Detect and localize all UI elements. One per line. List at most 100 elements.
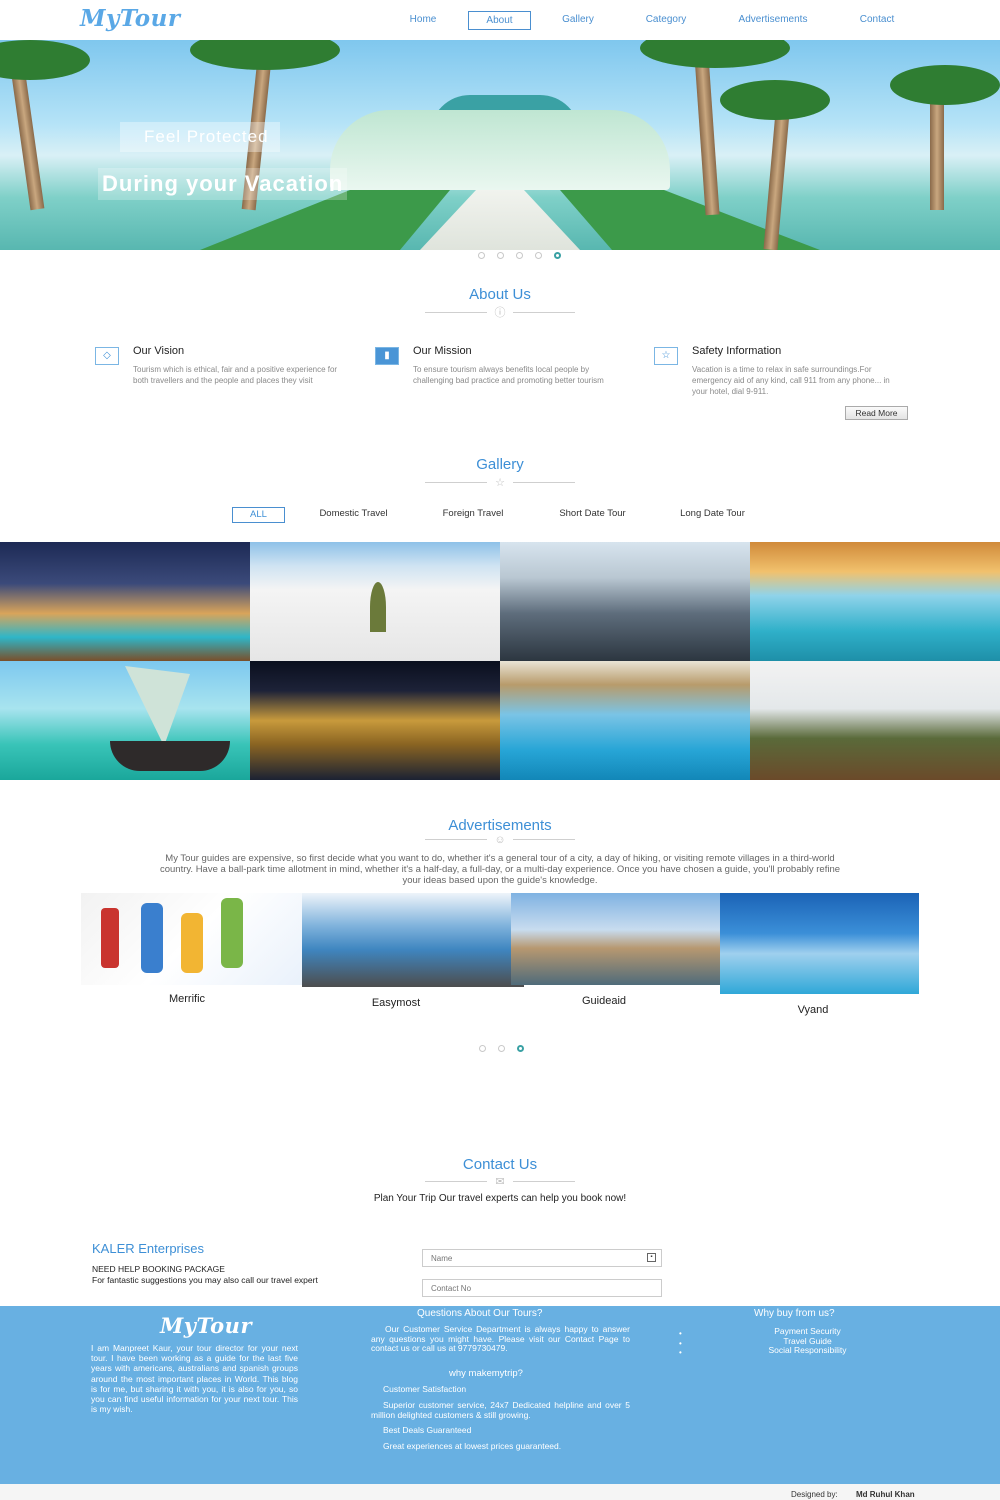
slide-dot[interactable]	[535, 252, 542, 259]
book-icon: ▮	[375, 347, 399, 365]
nav-home[interactable]: Home	[398, 11, 448, 30]
slide-dot[interactable]	[498, 1045, 505, 1052]
yucca-plant	[370, 582, 386, 632]
slide-dot[interactable]	[497, 252, 504, 259]
why-item-4: Great experiences at lowest prices guara…	[383, 1441, 562, 1451]
mission-heading: Our Mission	[413, 345, 472, 357]
hero-slide-dots	[478, 252, 561, 259]
name-input[interactable]	[422, 1249, 662, 1267]
contact-title: Contact Us	[462, 1156, 538, 1173]
ad-image-guideaid[interactable]	[511, 893, 721, 985]
mission-text: To ensure tourism always benefits local …	[413, 365, 604, 385]
credit-label: Designed by:	[791, 1490, 838, 1499]
slide-dot[interactable]	[516, 252, 523, 259]
traveler-shape	[221, 898, 243, 968]
slide-dot-active[interactable]	[517, 1045, 524, 1052]
filter-long-date[interactable]: Long Date Tour	[665, 507, 760, 523]
help-heading: NEED HELP BOOKING PACKAGE	[92, 1264, 225, 1274]
ad-image-merrific[interactable]	[81, 893, 303, 985]
ad-image-easymost[interactable]	[302, 893, 524, 987]
ads-divider: ☺	[425, 834, 575, 846]
ad-label-easymost[interactable]: Easymost	[291, 997, 501, 1009]
traveler-shape	[181, 913, 203, 973]
diamond-icon: ◇	[95, 347, 119, 365]
slide-dot[interactable]	[479, 1045, 486, 1052]
palm-frond	[890, 65, 1000, 105]
company-name: KALER Enterprises	[92, 1241, 204, 1256]
gallery-title: Gallery	[476, 456, 524, 473]
star-outline-icon: ☆	[495, 477, 505, 489]
questions-text: Our Customer Service Department is alway…	[371, 1324, 630, 1353]
ad-label-vyand[interactable]: Vyand	[708, 1004, 918, 1016]
palm-frond	[0, 40, 90, 80]
footer: MyTour I am Manpreet Kaur, your tour dir…	[0, 1306, 1000, 1484]
about-title: About Us	[469, 286, 531, 303]
contact-number-input[interactable]	[422, 1279, 662, 1297]
ad-label-guideaid[interactable]: Guideaid	[499, 995, 709, 1007]
brand-logo[interactable]: MyTour	[80, 5, 180, 32]
ad-label-merrific[interactable]: Merrific	[82, 993, 292, 1005]
contact-card-icon: ▪	[647, 1253, 656, 1262]
credit-name[interactable]: Md Ruhul Khan	[856, 1490, 915, 1499]
gallery-tile-villas[interactable]	[0, 542, 250, 661]
gallery-tile-cliff-villa[interactable]	[750, 661, 1000, 780]
contact-divider: ✉	[425, 1176, 575, 1188]
boat	[110, 741, 230, 771]
questions-title: Questions About Our Tours?	[417, 1308, 543, 1319]
why-item-2: Superior customer service, 24x7 Dedicate…	[371, 1400, 630, 1420]
nav-gallery[interactable]: Gallery	[553, 11, 603, 30]
contact-subtitle: Plan Your Trip Our travel experts can he…	[373, 1193, 627, 1204]
why-buy-title: Why buy from us?	[754, 1308, 835, 1319]
filter-domestic[interactable]: Domestic Travel	[306, 507, 401, 523]
nav-category[interactable]: Category	[636, 11, 696, 30]
filter-all[interactable]: ALL	[232, 507, 285, 523]
vision-heading: Our Vision	[133, 345, 185, 357]
gallery-tile-castle[interactable]	[250, 661, 500, 780]
gallery-tile-desert[interactable]	[250, 542, 500, 661]
filter-short-date[interactable]: Short Date Tour	[545, 507, 640, 523]
ads-title: Advertisements	[448, 817, 552, 834]
suitcase-shape	[101, 908, 119, 968]
palm-tree	[9, 59, 45, 211]
safety-text: Vacation is a time to relax in safe surr…	[692, 365, 890, 396]
why-makemytrip-title: why makemytrip?	[449, 1368, 523, 1379]
vision-text: Tourism which is ethical, fair and a pos…	[133, 365, 338, 385]
why-buy-list: Payment Security Travel Guide Social Res…	[760, 1326, 855, 1356]
filter-foreign[interactable]: Foreign Travel	[428, 507, 518, 523]
info-icon: ⓘ	[494, 307, 506, 319]
palm-frond	[640, 40, 790, 68]
hero-caption-line1: Feel Protected	[120, 122, 280, 152]
traveler-shape	[141, 903, 163, 973]
help-text: For fantastic suggestions you may also c…	[92, 1275, 318, 1285]
bullet-markers: • • •	[679, 1329, 682, 1357]
palm-frond	[190, 40, 340, 70]
why-buy-item[interactable]: Social Responsibility	[760, 1345, 855, 1356]
palm-frond	[720, 80, 830, 120]
gallery-divider: ☆	[425, 477, 575, 489]
why-item-3: Best Deals Guaranteed	[383, 1425, 472, 1435]
sail	[125, 666, 190, 746]
gallery-tile-city[interactable]	[500, 542, 750, 661]
slide-dot[interactable]	[478, 252, 485, 259]
user-icon: ☺	[494, 834, 506, 846]
ads-description: My Tour guides are expensive, so first d…	[159, 853, 841, 886]
gallery-tile-poolside[interactable]	[750, 542, 1000, 661]
nav-contact[interactable]: Contact	[852, 11, 902, 30]
gallery-tile-sailboat[interactable]	[0, 661, 250, 780]
star-icon: ☆	[654, 347, 678, 365]
footer-logo[interactable]: MyTour	[160, 1313, 252, 1338]
about-divider: ⓘ	[425, 307, 575, 319]
safety-heading: Safety Information	[692, 345, 782, 357]
ads-slide-dots	[479, 1045, 524, 1052]
ad-image-vyand[interactable]	[720, 893, 919, 994]
hero-path	[420, 190, 580, 250]
palm-tree	[763, 99, 791, 250]
slide-dot-active[interactable]	[554, 252, 561, 259]
hero-slider[interactable]: Feel Protected During your Vacation	[0, 40, 1000, 250]
read-more-button[interactable]: Read More	[845, 406, 908, 420]
nav-about[interactable]: About	[468, 11, 531, 30]
nav-advertisements[interactable]: Advertisements	[730, 11, 816, 30]
gallery-tile-resort-pool[interactable]	[500, 661, 750, 780]
palm-tree	[694, 54, 720, 216]
hero-building	[330, 110, 670, 190]
